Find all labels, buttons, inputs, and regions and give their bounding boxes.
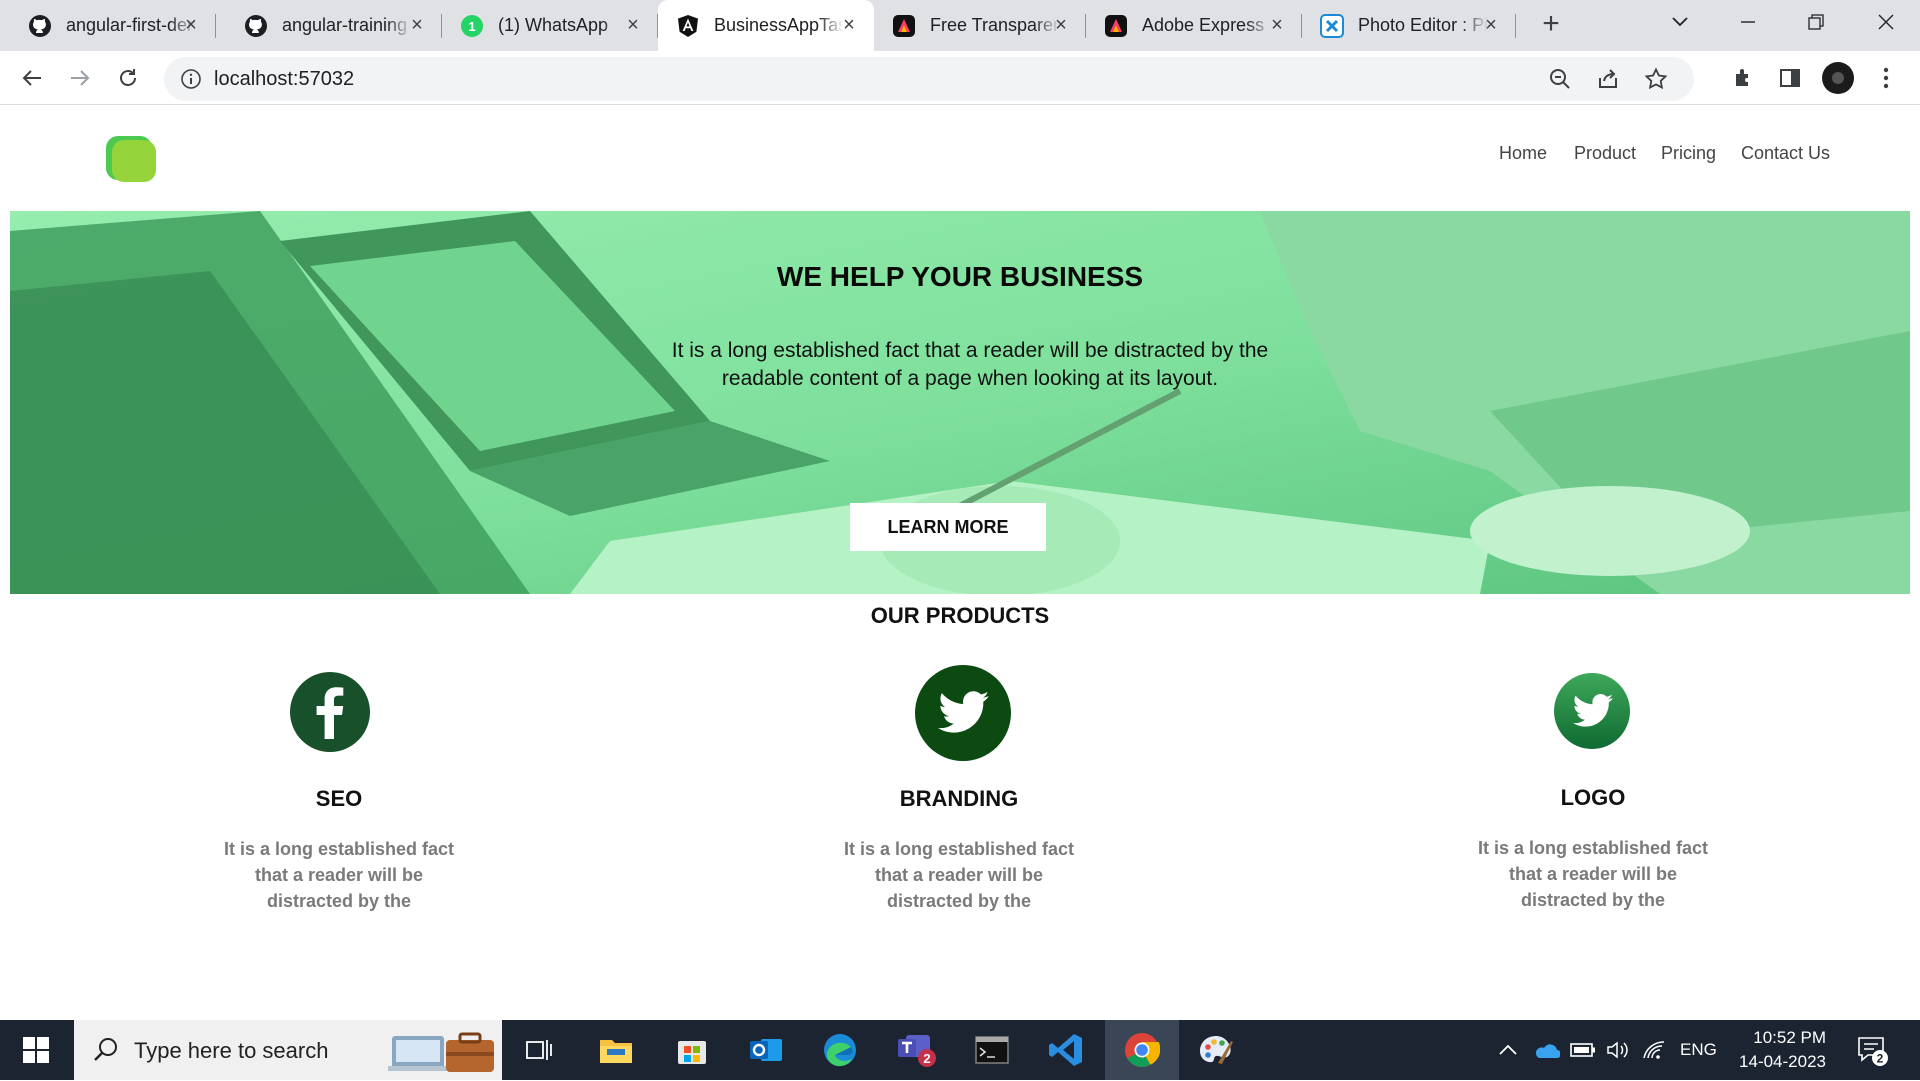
- file-explorer-icon[interactable]: [581, 1020, 651, 1080]
- browser-tab-active[interactable]: BusinessAppTask ×: [658, 0, 874, 51]
- browser-menu-icon[interactable]: [1870, 62, 1902, 94]
- browser-tab[interactable]: Adobe Express ×: [1086, 0, 1302, 51]
- clock-date: 14-04-2023: [1739, 1052, 1826, 1071]
- share-icon[interactable]: [1596, 67, 1620, 91]
- facebook-icon[interactable]: [289, 671, 371, 758]
- paint-icon[interactable]: [1181, 1020, 1251, 1080]
- product-description: It is a long established fact that a rea…: [1477, 838, 1709, 910]
- restore-button[interactable]: [1782, 0, 1850, 44]
- reload-button[interactable]: [112, 62, 144, 94]
- browser-tab[interactable]: Free Transparent ×: [874, 0, 1086, 51]
- extensions-icon[interactable]: [1728, 62, 1760, 94]
- battery-icon[interactable]: [1570, 1020, 1596, 1080]
- close-tab-icon[interactable]: ×: [622, 14, 644, 36]
- close-tab-icon[interactable]: ×: [1266, 14, 1288, 36]
- site-logo[interactable]: [104, 134, 158, 184]
- product-name: LOGO: [1560, 785, 1626, 810]
- minimize-button[interactable]: [1714, 0, 1782, 44]
- chrome-icon[interactable]: [1105, 1020, 1179, 1080]
- web-page: Home Product Pricing Contact Us WE HELP …: [0, 106, 1920, 1020]
- search-placeholder: Type here to search: [134, 1038, 329, 1063]
- show-hidden-icons[interactable]: [1498, 1020, 1518, 1080]
- nav-contact-link[interactable]: Contact Us: [1741, 143, 1830, 164]
- nav-product-link[interactable]: Product: [1574, 143, 1636, 164]
- vscode-icon[interactable]: [1031, 1020, 1101, 1080]
- learn-more-button[interactable]: LEARN MORE: [850, 503, 1046, 551]
- wifi-icon[interactable]: [1642, 1020, 1666, 1080]
- tab-badge: 1: [468, 19, 475, 34]
- hero-banner: WE HELP YOUR BUSINESS It is a long estab…: [10, 211, 1910, 594]
- angular-icon: [676, 14, 700, 38]
- tab-title: angular-training: [282, 15, 408, 35]
- nav-pricing-link[interactable]: Pricing: [1661, 143, 1716, 164]
- close-tab-icon[interactable]: ×: [1480, 14, 1502, 36]
- browser-toolbar: localhost:57032: [0, 51, 1920, 105]
- start-button[interactable]: [0, 1020, 72, 1080]
- teams-badge: 2: [923, 1051, 930, 1066]
- volume-icon[interactable]: [1606, 1020, 1630, 1080]
- twitter-icon[interactable]: [1554, 673, 1630, 754]
- twitter-icon[interactable]: [915, 665, 1011, 766]
- browser-tab[interactable]: angular-first-demo ×: [10, 0, 216, 51]
- new-tab-button[interactable]: +: [1534, 8, 1568, 42]
- whatsapp-icon: 1: [460, 14, 484, 38]
- onedrive-icon[interactable]: [1532, 1020, 1560, 1080]
- teams-icon[interactable]: 2: [881, 1020, 951, 1080]
- terminal-icon[interactable]: [957, 1020, 1027, 1080]
- github-icon: [28, 14, 52, 38]
- tab-title: Photo Editor : Pixlr: [1358, 15, 1488, 35]
- tab-title: Adobe Express: [1142, 15, 1265, 35]
- microsoft-store-icon[interactable]: [657, 1020, 727, 1080]
- outlook-icon[interactable]: [731, 1020, 801, 1080]
- task-view-icon[interactable]: [505, 1020, 575, 1080]
- search-icon: [92, 1036, 120, 1069]
- browser-tab-strip: angular-first-demo × angular-training × …: [0, 0, 1920, 51]
- search-highlight-image: [388, 1026, 498, 1081]
- notifications-icon[interactable]: 2: [1856, 1020, 1890, 1080]
- tab-separator: [215, 14, 216, 38]
- site-info-icon[interactable]: [180, 68, 202, 90]
- product-description: It is a long established fact that a rea…: [843, 839, 1075, 911]
- close-tab-icon[interactable]: ×: [838, 14, 860, 36]
- forward-button[interactable]: [64, 62, 96, 94]
- close-tab-icon[interactable]: ×: [1050, 14, 1072, 36]
- address-bar[interactable]: localhost:57032: [164, 57, 1694, 101]
- close-tab-icon[interactable]: ×: [406, 14, 428, 36]
- tab-separator: [1515, 14, 1516, 38]
- zoom-icon[interactable]: [1548, 67, 1572, 91]
- taskbar-clock[interactable]: 10:52 PM 14-04-2023: [1706, 1026, 1826, 1074]
- notification-badge: 2: [1877, 1052, 1884, 1066]
- product-description: It is a long established fact that a rea…: [223, 839, 455, 911]
- taskbar-search-box[interactable]: Type here to search: [74, 1020, 502, 1080]
- products-heading: OUR PRODUCTS: [870, 603, 1050, 628]
- windows-taskbar: Type here to search 2 ENG 10:52 PM 14-04…: [0, 1020, 1920, 1080]
- tab-search-icon[interactable]: [1646, 0, 1714, 44]
- browser-tab[interactable]: 1 (1) WhatsApp ×: [442, 0, 658, 51]
- edge-icon[interactable]: [805, 1020, 875, 1080]
- tab-title: Free Transparent: [930, 15, 1060, 35]
- nav-home-link[interactable]: Home: [1499, 143, 1547, 164]
- close-window-button[interactable]: [1852, 0, 1920, 44]
- url-text: localhost:57032: [214, 68, 355, 90]
- browser-tab[interactable]: Photo Editor : Pixlr ×: [1302, 0, 1516, 51]
- profile-avatar[interactable]: [1822, 62, 1854, 94]
- adobe-express-icon: [892, 14, 916, 38]
- hero-subtitle: It is a long established fact that a rea…: [671, 339, 1269, 390]
- tab-title: BusinessAppTask: [714, 15, 844, 35]
- back-button[interactable]: [16, 62, 48, 94]
- github-icon: [244, 14, 268, 38]
- side-panel-icon[interactable]: [1774, 62, 1806, 94]
- tab-title: angular-first-demo: [66, 15, 196, 35]
- product-name: SEO: [315, 786, 363, 811]
- browser-tab[interactable]: angular-training ×: [226, 0, 442, 51]
- adobe-express-icon: [1104, 14, 1128, 38]
- hero-title: WE HELP YOUR BUSINESS: [776, 261, 1144, 292]
- close-tab-icon[interactable]: ×: [180, 14, 202, 36]
- clock-time: 10:52 PM: [1753, 1028, 1826, 1047]
- photo-editor-icon: [1320, 13, 1344, 38]
- bookmark-star-icon[interactable]: [1644, 67, 1668, 91]
- product-name: BRANDING: [899, 786, 1019, 811]
- tab-title: (1) WhatsApp: [498, 15, 609, 35]
